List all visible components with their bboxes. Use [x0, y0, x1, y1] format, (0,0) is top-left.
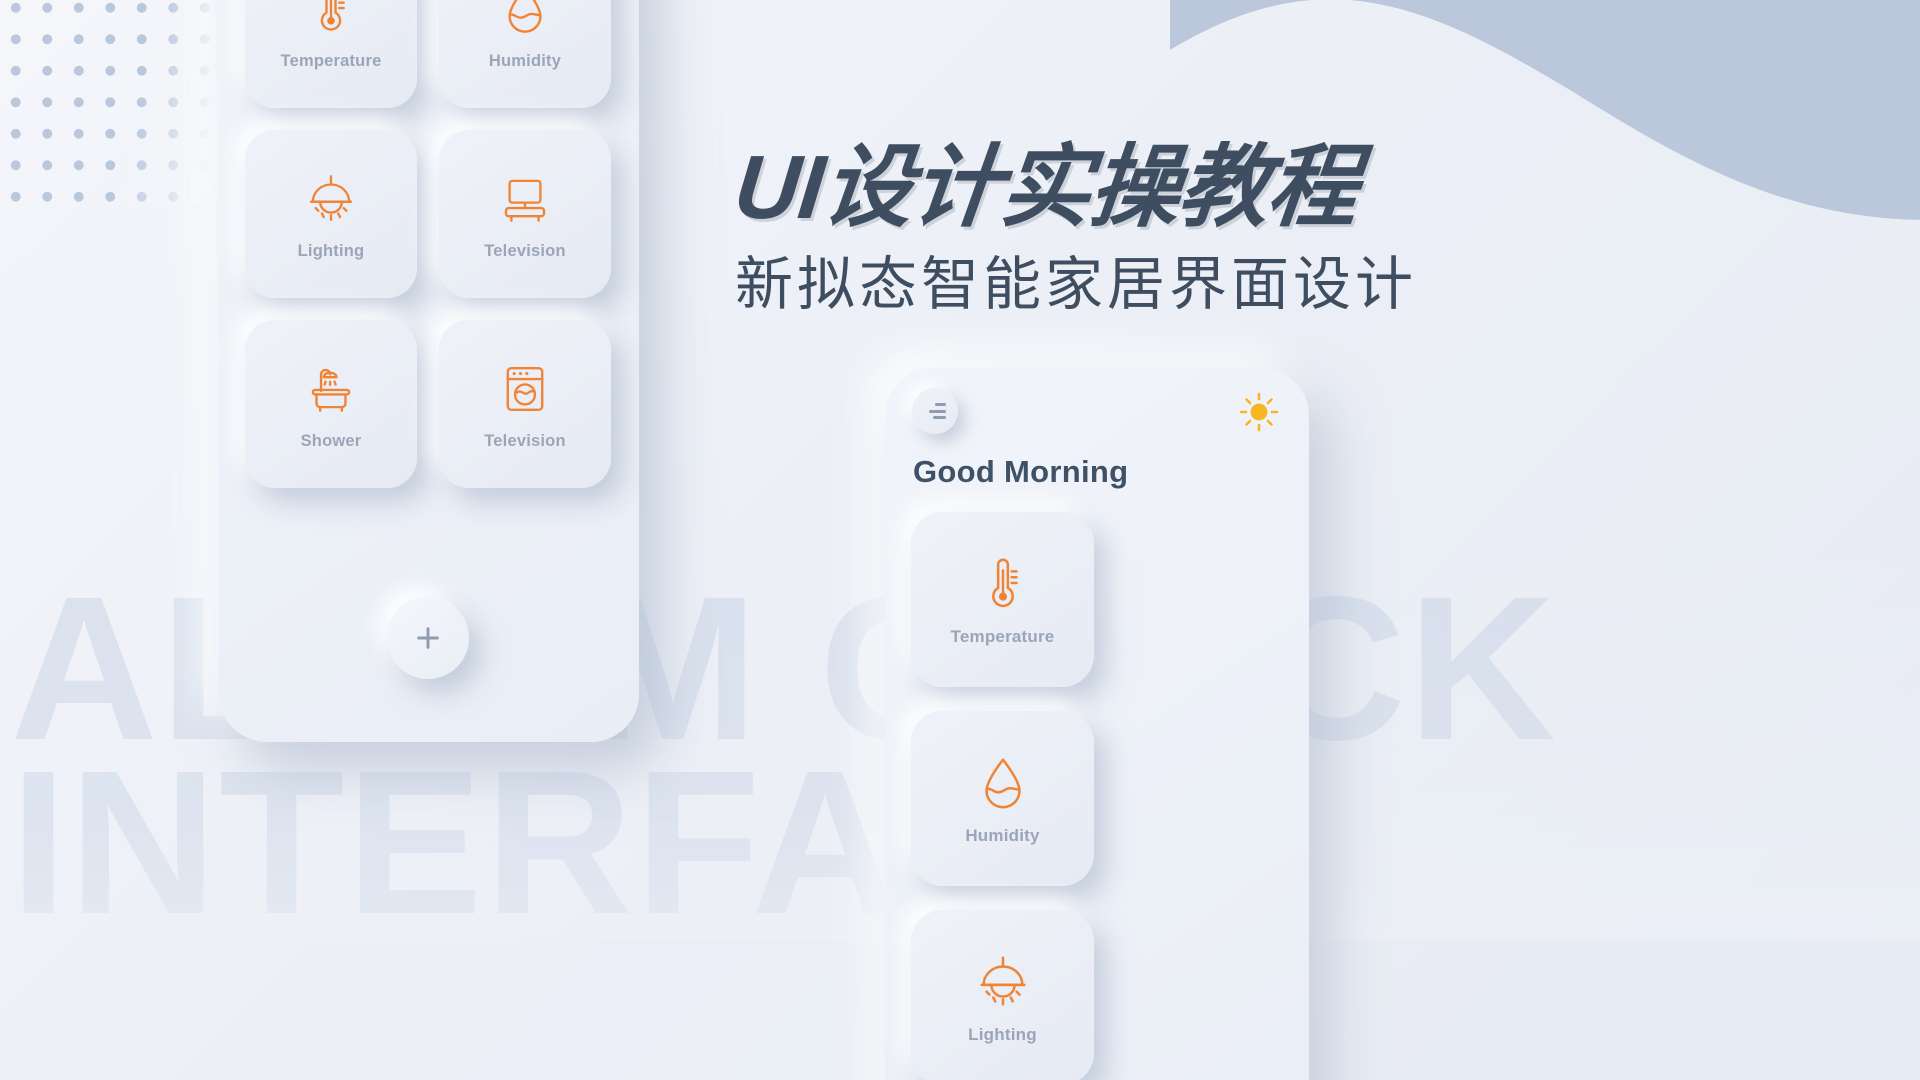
- device-card-television[interactable]: Television: [439, 130, 611, 298]
- headline-block: UI设计实操教程 新拟态智能家居界面设计: [730, 138, 1465, 317]
- dot-grid-fade: [0, 0, 248, 204]
- right-device-grid: Temperature Humidity Lighting: [911, 512, 1283, 1080]
- poster-canvas: ALARM CLOCK INTERFACE UI设计实操教程 新拟态智能家居界面…: [0, 0, 1920, 1080]
- device-card-humidity[interactable]: Humidity: [911, 711, 1094, 886]
- device-card-label: Television: [484, 241, 566, 260]
- device-card-label: Humidity: [965, 825, 1040, 845]
- thermometer-icon: [300, 0, 362, 40]
- device-card-label: Temperature: [950, 626, 1055, 646]
- hamburger-menu-icon[interactable]: [912, 388, 958, 434]
- left-phone-panel: Temperature Humidity Lighting Television…: [219, 0, 639, 742]
- device-card-washing-machine[interactable]: Television: [439, 320, 611, 488]
- washing-machine-icon: [494, 358, 556, 420]
- device-card-label: Lighting: [297, 241, 365, 260]
- pendant-lamp-icon: [300, 168, 362, 230]
- device-card-label: Lighting: [968, 1024, 1037, 1044]
- sun-icon: [1237, 390, 1281, 434]
- plus-icon: [411, 621, 445, 655]
- thermometer-icon: [972, 553, 1034, 615]
- water-drop-icon: [972, 752, 1034, 814]
- tv-stand-icon: [494, 168, 556, 230]
- device-card-label: Shower: [300, 431, 362, 450]
- greeting-heading: Good Morning: [913, 454, 1129, 489]
- device-card-temperature[interactable]: Temperature: [911, 512, 1094, 687]
- right-phone-panel: Good Morning Temperature Humidity Lighti…: [885, 368, 1309, 1080]
- menu-line: [935, 403, 946, 406]
- device-card-label: Humidity: [488, 51, 562, 70]
- device-card-temperature[interactable]: Temperature: [245, 0, 417, 108]
- device-card-lighting[interactable]: Lighting: [245, 130, 417, 298]
- page-title: UI设计实操教程: [729, 138, 1363, 238]
- page-subtitle: 新拟态智能家居界面设计: [735, 252, 1418, 317]
- device-card-shower[interactable]: Shower: [245, 320, 417, 488]
- add-device-button[interactable]: [387, 597, 469, 679]
- menu-line: [933, 416, 946, 419]
- device-card-lighting[interactable]: Lighting: [911, 910, 1094, 1080]
- device-card-label: Television: [484, 431, 566, 450]
- bathtub-shower-icon: [300, 358, 362, 420]
- pendant-lamp-icon: [972, 951, 1034, 1013]
- water-drop-icon: [494, 0, 556, 40]
- device-card-label: Temperature: [280, 51, 382, 70]
- left-device-grid: Temperature Humidity Lighting Television…: [245, 0, 613, 488]
- menu-line: [929, 409, 946, 413]
- device-card-humidity[interactable]: Humidity: [439, 0, 611, 108]
